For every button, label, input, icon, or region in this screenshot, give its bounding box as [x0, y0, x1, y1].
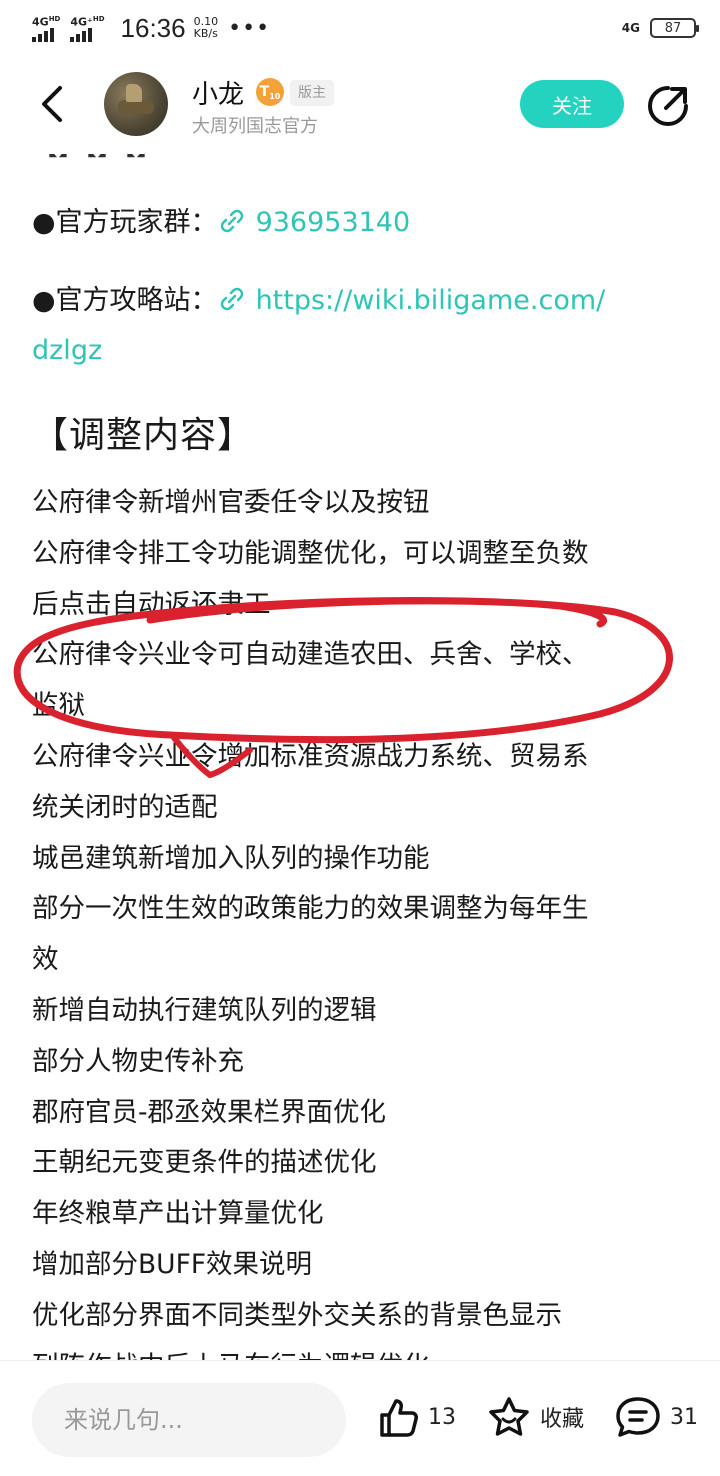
- guide-site-link[interactable]: https://wiki.biligame.com/: [256, 285, 606, 316]
- list-item: 监狱: [32, 690, 85, 722]
- sim2-sup: HD: [92, 14, 105, 23]
- more-notifications-icon: •••: [228, 15, 271, 41]
- network-speed: 0.10 KB/s: [194, 16, 219, 40]
- list-item: 效: [32, 944, 59, 976]
- avatar[interactable]: [104, 72, 168, 136]
- signal-bars-icon: [70, 28, 93, 43]
- post-header: 小龙 T 10 版主 大周列国志官方 关注: [0, 56, 720, 154]
- share-icon[interactable]: [646, 84, 690, 128]
- sim1-label: 4G: [32, 15, 49, 29]
- signal-bars-icon: [32, 28, 54, 43]
- level-letter: T: [259, 84, 270, 100]
- comment-count: 31: [670, 1404, 698, 1430]
- list-item: 统关闭时的适配: [32, 791, 218, 823]
- link-icon: [220, 287, 243, 311]
- link-icon: [220, 209, 243, 233]
- list-item: 王朝纪元变更条件的描述优化: [32, 1147, 377, 1179]
- list-item: 年终粮草产出计算量优化: [32, 1198, 324, 1230]
- back-arrow-icon[interactable]: [36, 84, 72, 124]
- favorite-label: 收藏: [540, 1407, 585, 1432]
- list-item: 部分一次性生效的政策能力的效果调整为每年生: [32, 893, 589, 925]
- battery-level: 87: [664, 20, 682, 36]
- author-subtitle: 大周列国志官方: [192, 116, 318, 137]
- level-badge: T 10: [256, 78, 284, 106]
- list-item: 新增自动执行建筑队列的逻辑: [32, 994, 377, 1026]
- player-group-row: ●官方玩家群： 936953140: [32, 198, 410, 248]
- clock: 16:36: [120, 12, 186, 43]
- like-count: 13: [428, 1404, 456, 1430]
- list-item: 后点击自动返还隶工: [32, 588, 271, 620]
- player-group-link[interactable]: 936953140: [256, 207, 411, 238]
- sim2-label: 4G⁺: [70, 15, 93, 29]
- list-item: 公府律令新增州官委任令以及按钮: [32, 487, 430, 518]
- guide-site-label: ●官方攻略站：: [32, 285, 218, 316]
- thumbs-up-icon: [380, 1399, 418, 1437]
- level-number: 10: [269, 91, 281, 101]
- favorite-button[interactable]: 收藏: [486, 1395, 584, 1439]
- comment-bubble-icon: [616, 1397, 660, 1437]
- list-item: 优化部分界面不同类型外交关系的背景色显示: [32, 1299, 562, 1331]
- adjustment-list: 公府律令新增州官委任令以及按钮 公府律令排工令功能调整优化，可以调整至负数 后点…: [32, 478, 672, 1360]
- list-item: 部分人物史传补充: [32, 1045, 244, 1077]
- list-item: 增加部分BUFF效果说明: [32, 1248, 313, 1280]
- list-item: 郡府官员-郡丞效果栏界面优化: [32, 1096, 387, 1128]
- guide-site-row: ●官方攻略站： https://wiki.biligame.com/dzlgz: [32, 276, 682, 376]
- comments-button[interactable]: 31: [614, 1395, 698, 1439]
- list-item: 公府律令兴业令可自动建造农田、兵舍、学校、: [32, 639, 589, 671]
- battery-icon: 87: [650, 18, 699, 38]
- comment-input[interactable]: 来说几句...: [32, 1383, 346, 1457]
- sim1-signal: 4GHD: [32, 14, 60, 43]
- post-content: 【】【】【】 ●官方玩家群：936953140 ●官方攻略站：https://w…: [0, 120, 720, 1360]
- guide-site-link-cont[interactable]: dzlgz: [32, 335, 102, 366]
- star-icon: [489, 1397, 529, 1436]
- sim2-signal: 4G⁺HD: [70, 14, 105, 43]
- list-item: 列阵作战中后上马车行为逻辑优化: [32, 1342, 672, 1360]
- like-button[interactable]: 13: [376, 1395, 456, 1439]
- moderator-badge: 版主: [290, 80, 334, 106]
- list-item: 城邑建筑新增加入队列的操作功能: [32, 842, 430, 874]
- sim1-sup: HD: [48, 14, 61, 23]
- section-title: 【调整内容】: [32, 415, 255, 456]
- network-type: 4G: [621, 21, 640, 35]
- status-bar: 4GHD 4G⁺HD 16:36 0.10 KB/s ••• 4G 87: [0, 0, 720, 56]
- speed-unit: KB/s: [193, 27, 218, 40]
- list-item: 公府律令兴业令增加标准资源战力系统、贸易系: [32, 740, 589, 772]
- player-group-label: ●官方玩家群：: [32, 207, 218, 238]
- list-item: 公府律令排工令功能调整优化，可以调整至负数: [32, 537, 589, 569]
- bottom-action-bar: 来说几句... 13 收藏 31: [0, 1360, 720, 1476]
- follow-button[interactable]: 关注: [520, 80, 624, 128]
- author-name[interactable]: 小龙: [192, 74, 244, 111]
